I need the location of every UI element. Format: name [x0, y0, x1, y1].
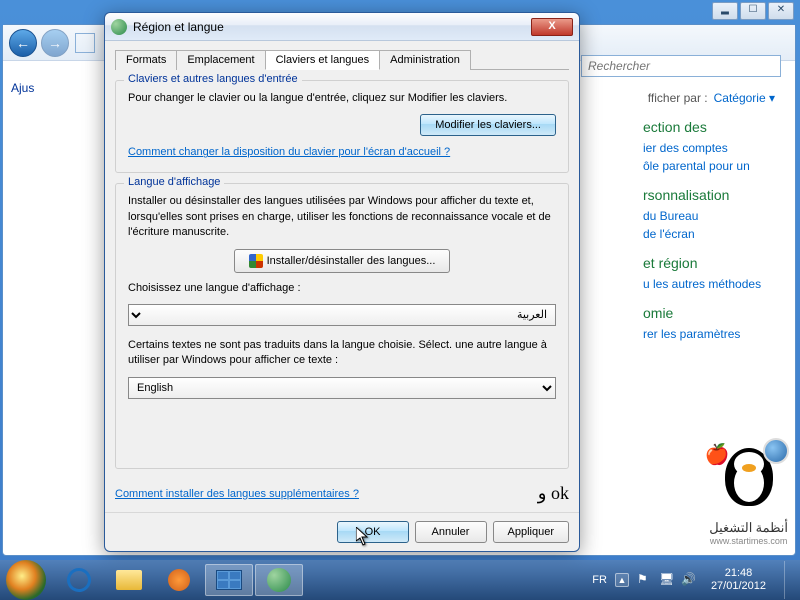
forward-button[interactable]: →	[41, 29, 69, 57]
taskbar-region[interactable]	[255, 564, 303, 596]
tray-overflow-button[interactable]: ▲	[615, 573, 629, 587]
category-link[interactable]: ôle parental pour un	[643, 159, 775, 173]
display-language-select[interactable]: العربية	[128, 304, 556, 326]
category-link[interactable]: de l'écran	[643, 227, 775, 241]
close-button[interactable]: ✕	[768, 2, 794, 20]
keyboard-help-link[interactable]: Comment changer la disposition du clavie…	[128, 146, 450, 158]
clock-time: 21:48	[711, 567, 766, 580]
category-link[interactable]: ier des comptes	[643, 141, 775, 155]
install-help-link[interactable]: Comment installer des langues supplément…	[115, 488, 359, 500]
fallback-text: Certains textes ne sont pas traduits dan…	[128, 338, 556, 369]
group-title: Claviers et autres langues d'entrée	[124, 73, 302, 85]
region-language-dialog: Région et langue X Formats Emplacement C…	[104, 12, 580, 552]
network-tray-icon[interactable]: 🖥	[659, 572, 675, 588]
category-link[interactable]: u les autres méthodes	[643, 277, 775, 291]
annotation-text: و ok	[538, 483, 569, 504]
category-link[interactable]: du Bureau	[643, 209, 775, 223]
mouse-cursor	[356, 527, 370, 547]
watermark-url: www.startimes.com	[709, 536, 788, 546]
group-title: Langue d'affichage	[124, 176, 224, 188]
language-indicator[interactable]: FR	[592, 574, 607, 586]
tab-location[interactable]: Emplacement	[176, 50, 265, 70]
window-controls: ▂ ☐ ✕	[712, 2, 794, 20]
taskbar: FR ▲ ⚑ 🖥 🔊 21:48 27/01/2012	[0, 560, 800, 600]
tab-strip: Formats Emplacement Claviers et langues …	[115, 49, 569, 70]
maximize-button[interactable]: ☐	[740, 2, 766, 20]
fallback-language-select[interactable]: English	[128, 377, 556, 399]
category-head[interactable]: ection des	[643, 119, 775, 135]
search-input[interactable]	[581, 55, 781, 77]
control-panel-icon	[216, 570, 242, 590]
wmp-icon	[168, 569, 190, 591]
apply-button[interactable]: Appliquer	[493, 521, 569, 543]
dialog-close-button[interactable]: X	[531, 18, 573, 36]
clock-date: 27/01/2012	[711, 580, 766, 593]
minimize-button[interactable]: ▂	[712, 2, 738, 20]
category-link[interactable]: rer les paramètres	[643, 327, 775, 341]
tab-administration[interactable]: Administration	[379, 50, 471, 70]
watermark: 🍎 أنظمة التشغيل www.startimes.com	[709, 438, 788, 546]
cancel-button[interactable]: Annuler	[415, 521, 487, 543]
volume-icon[interactable]: 🔊	[681, 572, 697, 588]
tab-keyboards-languages[interactable]: Claviers et langues	[265, 50, 381, 70]
action-center-icon[interactable]: ⚑	[637, 572, 653, 588]
category-head[interactable]: omie	[643, 305, 775, 321]
change-keyboards-button[interactable]: Modifier les claviers...	[420, 114, 556, 136]
folder-icon	[116, 570, 142, 590]
tux-icon: 🍎	[713, 438, 785, 518]
dialog-titlebar[interactable]: Région et langue X	[105, 13, 579, 41]
shield-icon	[249, 254, 263, 268]
start-button[interactable]	[6, 560, 46, 600]
left-label: Ajus	[11, 81, 95, 95]
clock[interactable]: 21:48 27/01/2012	[705, 567, 772, 593]
install-languages-button[interactable]: Installer/désinstaller des langues...	[234, 249, 451, 273]
tab-formats[interactable]: Formats	[115, 50, 177, 70]
taskbar-explorer[interactable]	[105, 564, 153, 596]
group-text: Installer ou désinstaller des langues ut…	[128, 194, 556, 240]
apple-icon: 🍎	[705, 442, 730, 467]
taskbar-control-panel[interactable]	[205, 564, 253, 596]
back-button[interactable]: ←	[9, 29, 37, 57]
left-panel: Ajus	[3, 61, 103, 555]
finder-icon	[763, 438, 789, 464]
globe-icon	[267, 568, 291, 592]
input-languages-group: Claviers et autres langues d'entrée Pour…	[115, 80, 569, 173]
dialog-title: Région et langue	[133, 20, 531, 34]
group-text: Pour changer le clavier ou la langue d'e…	[128, 91, 556, 106]
choose-language-label: Choisissez une langue d'affichage :	[128, 281, 556, 296]
dialog-footer: OK Annuler Appliquer	[105, 512, 579, 551]
ok-button[interactable]: OK	[337, 521, 409, 543]
system-tray: FR ▲ ⚑ 🖥 🔊 21:48 27/01/2012	[592, 561, 794, 599]
watermark-text: أنظمة التشغيل	[709, 520, 788, 536]
filter-label: fficher par :	[648, 91, 708, 105]
taskbar-ie[interactable]	[55, 564, 103, 596]
category-head[interactable]: et région	[643, 255, 775, 271]
taskbar-wmp[interactable]	[155, 564, 203, 596]
breadcrumb-icon[interactable]	[75, 33, 95, 53]
category-head[interactable]: rsonnalisation	[643, 187, 775, 203]
show-desktop-button[interactable]	[784, 561, 794, 599]
ie-icon	[64, 565, 93, 594]
display-language-group: Langue d'affichage Installer ou désinsta…	[115, 183, 569, 469]
filter-dropdown[interactable]: Catégorie ▾	[714, 91, 775, 105]
globe-icon	[111, 19, 127, 35]
